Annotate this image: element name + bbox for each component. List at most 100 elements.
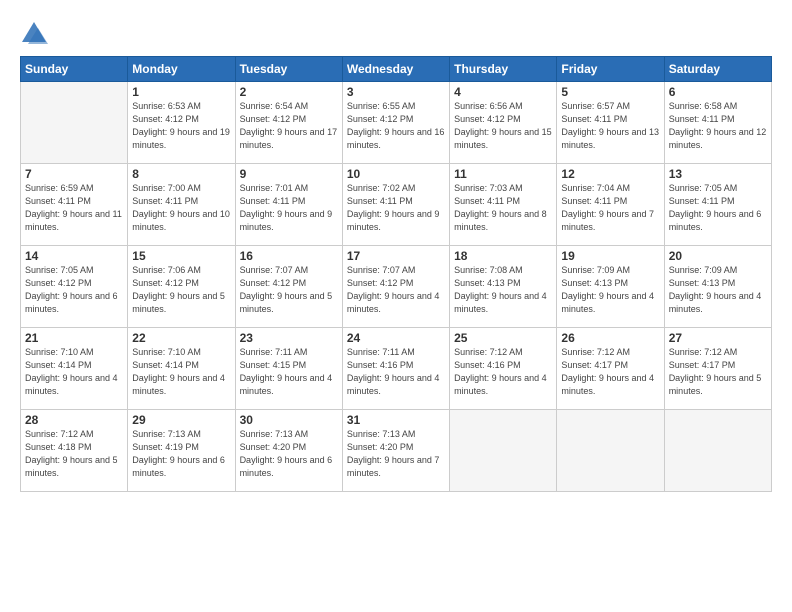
calendar-week-row: 28Sunrise: 7:12 AMSunset: 4:18 PMDayligh… bbox=[21, 410, 772, 492]
calendar-day-cell: 10Sunrise: 7:02 AMSunset: 4:11 PMDayligh… bbox=[342, 164, 449, 246]
page: SundayMondayTuesdayWednesdayThursdayFrid… bbox=[0, 0, 792, 612]
day-number: 4 bbox=[454, 85, 552, 99]
calendar-day-cell: 16Sunrise: 7:07 AMSunset: 4:12 PMDayligh… bbox=[235, 246, 342, 328]
day-number: 9 bbox=[240, 167, 338, 181]
calendar-day-cell bbox=[664, 410, 771, 492]
calendar-table: SundayMondayTuesdayWednesdayThursdayFrid… bbox=[20, 56, 772, 492]
calendar-day-cell bbox=[557, 410, 664, 492]
day-number: 24 bbox=[347, 331, 445, 345]
day-number: 6 bbox=[669, 85, 767, 99]
day-info: Sunrise: 6:58 AMSunset: 4:11 PMDaylight:… bbox=[669, 100, 767, 152]
day-number: 18 bbox=[454, 249, 552, 263]
day-info: Sunrise: 7:00 AMSunset: 4:11 PMDaylight:… bbox=[132, 182, 230, 234]
calendar-day-cell: 1Sunrise: 6:53 AMSunset: 4:12 PMDaylight… bbox=[128, 82, 235, 164]
calendar-header-saturday: Saturday bbox=[664, 57, 771, 82]
day-info: Sunrise: 6:59 AMSunset: 4:11 PMDaylight:… bbox=[25, 182, 123, 234]
calendar-day-cell: 27Sunrise: 7:12 AMSunset: 4:17 PMDayligh… bbox=[664, 328, 771, 410]
day-info: Sunrise: 7:09 AMSunset: 4:13 PMDaylight:… bbox=[561, 264, 659, 316]
day-number: 31 bbox=[347, 413, 445, 427]
day-number: 8 bbox=[132, 167, 230, 181]
day-info: Sunrise: 6:53 AMSunset: 4:12 PMDaylight:… bbox=[132, 100, 230, 152]
calendar-day-cell: 31Sunrise: 7:13 AMSunset: 4:20 PMDayligh… bbox=[342, 410, 449, 492]
day-info: Sunrise: 7:03 AMSunset: 4:11 PMDaylight:… bbox=[454, 182, 552, 234]
calendar-day-cell: 25Sunrise: 7:12 AMSunset: 4:16 PMDayligh… bbox=[450, 328, 557, 410]
calendar-day-cell bbox=[450, 410, 557, 492]
calendar-day-cell: 8Sunrise: 7:00 AMSunset: 4:11 PMDaylight… bbox=[128, 164, 235, 246]
day-number: 5 bbox=[561, 85, 659, 99]
day-number: 19 bbox=[561, 249, 659, 263]
header bbox=[20, 16, 772, 48]
calendar-day-cell: 30Sunrise: 7:13 AMSunset: 4:20 PMDayligh… bbox=[235, 410, 342, 492]
day-number: 29 bbox=[132, 413, 230, 427]
calendar-week-row: 14Sunrise: 7:05 AMSunset: 4:12 PMDayligh… bbox=[21, 246, 772, 328]
day-info: Sunrise: 7:08 AMSunset: 4:13 PMDaylight:… bbox=[454, 264, 552, 316]
calendar-day-cell: 22Sunrise: 7:10 AMSunset: 4:14 PMDayligh… bbox=[128, 328, 235, 410]
day-number: 7 bbox=[25, 167, 123, 181]
day-info: Sunrise: 7:04 AMSunset: 4:11 PMDaylight:… bbox=[561, 182, 659, 234]
day-info: Sunrise: 6:55 AMSunset: 4:12 PMDaylight:… bbox=[347, 100, 445, 152]
day-info: Sunrise: 7:10 AMSunset: 4:14 PMDaylight:… bbox=[132, 346, 230, 398]
calendar-day-cell bbox=[21, 82, 128, 164]
calendar-week-row: 21Sunrise: 7:10 AMSunset: 4:14 PMDayligh… bbox=[21, 328, 772, 410]
calendar-day-cell: 21Sunrise: 7:10 AMSunset: 4:14 PMDayligh… bbox=[21, 328, 128, 410]
day-info: Sunrise: 7:13 AMSunset: 4:19 PMDaylight:… bbox=[132, 428, 230, 480]
day-number: 16 bbox=[240, 249, 338, 263]
calendar-day-cell: 3Sunrise: 6:55 AMSunset: 4:12 PMDaylight… bbox=[342, 82, 449, 164]
day-number: 26 bbox=[561, 331, 659, 345]
day-info: Sunrise: 7:05 AMSunset: 4:12 PMDaylight:… bbox=[25, 264, 123, 316]
day-info: Sunrise: 7:12 AMSunset: 4:17 PMDaylight:… bbox=[561, 346, 659, 398]
calendar-day-cell: 18Sunrise: 7:08 AMSunset: 4:13 PMDayligh… bbox=[450, 246, 557, 328]
day-info: Sunrise: 7:11 AMSunset: 4:15 PMDaylight:… bbox=[240, 346, 338, 398]
calendar-day-cell: 12Sunrise: 7:04 AMSunset: 4:11 PMDayligh… bbox=[557, 164, 664, 246]
calendar-day-cell: 13Sunrise: 7:05 AMSunset: 4:11 PMDayligh… bbox=[664, 164, 771, 246]
calendar-day-cell: 24Sunrise: 7:11 AMSunset: 4:16 PMDayligh… bbox=[342, 328, 449, 410]
day-number: 15 bbox=[132, 249, 230, 263]
logo-icon bbox=[20, 20, 48, 48]
calendar-header-friday: Friday bbox=[557, 57, 664, 82]
day-number: 28 bbox=[25, 413, 123, 427]
calendar-header-row: SundayMondayTuesdayWednesdayThursdayFrid… bbox=[21, 57, 772, 82]
calendar-week-row: 1Sunrise: 6:53 AMSunset: 4:12 PMDaylight… bbox=[21, 82, 772, 164]
calendar-day-cell: 6Sunrise: 6:58 AMSunset: 4:11 PMDaylight… bbox=[664, 82, 771, 164]
day-info: Sunrise: 6:54 AMSunset: 4:12 PMDaylight:… bbox=[240, 100, 338, 152]
calendar-day-cell: 20Sunrise: 7:09 AMSunset: 4:13 PMDayligh… bbox=[664, 246, 771, 328]
calendar-week-row: 7Sunrise: 6:59 AMSunset: 4:11 PMDaylight… bbox=[21, 164, 772, 246]
calendar-header-tuesday: Tuesday bbox=[235, 57, 342, 82]
day-info: Sunrise: 7:07 AMSunset: 4:12 PMDaylight:… bbox=[347, 264, 445, 316]
day-number: 3 bbox=[347, 85, 445, 99]
calendar-day-cell: 4Sunrise: 6:56 AMSunset: 4:12 PMDaylight… bbox=[450, 82, 557, 164]
day-info: Sunrise: 7:07 AMSunset: 4:12 PMDaylight:… bbox=[240, 264, 338, 316]
day-info: Sunrise: 7:12 AMSunset: 4:16 PMDaylight:… bbox=[454, 346, 552, 398]
day-info: Sunrise: 7:12 AMSunset: 4:17 PMDaylight:… bbox=[669, 346, 767, 398]
calendar-day-cell: 9Sunrise: 7:01 AMSunset: 4:11 PMDaylight… bbox=[235, 164, 342, 246]
day-number: 2 bbox=[240, 85, 338, 99]
logo bbox=[20, 20, 52, 48]
calendar-day-cell: 23Sunrise: 7:11 AMSunset: 4:15 PMDayligh… bbox=[235, 328, 342, 410]
day-number: 14 bbox=[25, 249, 123, 263]
day-number: 12 bbox=[561, 167, 659, 181]
day-number: 17 bbox=[347, 249, 445, 263]
calendar-day-cell: 5Sunrise: 6:57 AMSunset: 4:11 PMDaylight… bbox=[557, 82, 664, 164]
calendar-day-cell: 28Sunrise: 7:12 AMSunset: 4:18 PMDayligh… bbox=[21, 410, 128, 492]
day-number: 21 bbox=[25, 331, 123, 345]
calendar-day-cell: 29Sunrise: 7:13 AMSunset: 4:19 PMDayligh… bbox=[128, 410, 235, 492]
calendar-header-monday: Monday bbox=[128, 57, 235, 82]
day-number: 30 bbox=[240, 413, 338, 427]
day-number: 27 bbox=[669, 331, 767, 345]
day-info: Sunrise: 7:01 AMSunset: 4:11 PMDaylight:… bbox=[240, 182, 338, 234]
day-info: Sunrise: 7:13 AMSunset: 4:20 PMDaylight:… bbox=[240, 428, 338, 480]
day-info: Sunrise: 6:56 AMSunset: 4:12 PMDaylight:… bbox=[454, 100, 552, 152]
day-info: Sunrise: 7:06 AMSunset: 4:12 PMDaylight:… bbox=[132, 264, 230, 316]
calendar-day-cell: 2Sunrise: 6:54 AMSunset: 4:12 PMDaylight… bbox=[235, 82, 342, 164]
day-number: 10 bbox=[347, 167, 445, 181]
calendar-header-wednesday: Wednesday bbox=[342, 57, 449, 82]
day-info: Sunrise: 7:11 AMSunset: 4:16 PMDaylight:… bbox=[347, 346, 445, 398]
day-info: Sunrise: 7:10 AMSunset: 4:14 PMDaylight:… bbox=[25, 346, 123, 398]
calendar-day-cell: 17Sunrise: 7:07 AMSunset: 4:12 PMDayligh… bbox=[342, 246, 449, 328]
calendar-header-thursday: Thursday bbox=[450, 57, 557, 82]
day-number: 13 bbox=[669, 167, 767, 181]
day-info: Sunrise: 7:13 AMSunset: 4:20 PMDaylight:… bbox=[347, 428, 445, 480]
day-number: 25 bbox=[454, 331, 552, 345]
day-info: Sunrise: 7:12 AMSunset: 4:18 PMDaylight:… bbox=[25, 428, 123, 480]
calendar-day-cell: 15Sunrise: 7:06 AMSunset: 4:12 PMDayligh… bbox=[128, 246, 235, 328]
